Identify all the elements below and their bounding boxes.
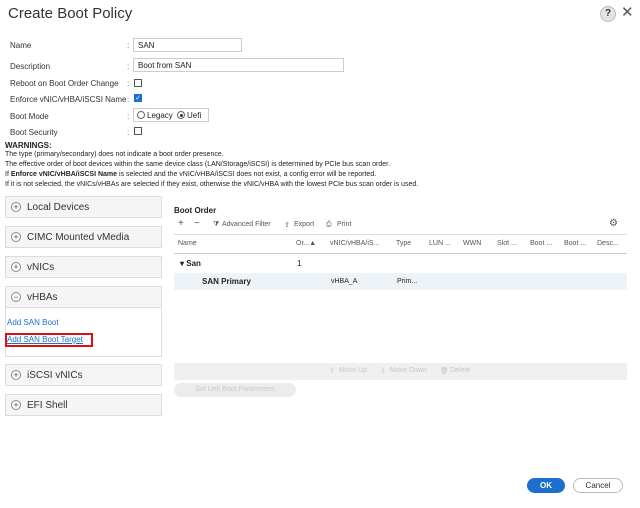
colon: :	[127, 112, 130, 121]
add-icon[interactable]: +	[178, 218, 184, 229]
col-lun[interactable]: LUN ...	[429, 240, 451, 247]
section-label: EFI Shell	[27, 400, 68, 411]
dialog-title: Create Boot Policy	[8, 5, 133, 22]
table-row[interactable]: ▾ San	[180, 259, 201, 268]
boot-order-title: Boot Order	[174, 206, 217, 215]
col-boot2[interactable]: Boot ...	[564, 240, 586, 247]
boot-order-actions: ⇧ Move Up ⇩ Move Down 🗑 Delete	[174, 363, 627, 380]
row-order: 1	[297, 259, 302, 268]
col-wwn[interactable]: WWN	[463, 240, 481, 247]
set-uefi-params-button[interactable]: Set Uefi Boot Parameters	[174, 383, 296, 397]
help-icon[interactable]: ?	[600, 6, 616, 22]
cancel-button[interactable]: Cancel	[573, 478, 623, 493]
col-desc[interactable]: Desc...	[597, 240, 619, 247]
warning-post: is selected and the vNIC/vHBA/iSCSI does…	[117, 171, 377, 178]
legacy-label: Legacy	[147, 111, 173, 120]
minus-icon: −	[11, 292, 21, 302]
section-local-devices[interactable]: + Local Devices	[5, 196, 162, 218]
print-button[interactable]: Print	[337, 221, 351, 228]
section-label: Local Devices	[27, 202, 90, 213]
advanced-filter-button[interactable]: Advanced Filter	[222, 221, 271, 228]
description-input[interactable]: Boot from SAN	[133, 58, 344, 72]
colon: :	[127, 95, 130, 104]
col-order-label: Or...	[296, 240, 310, 247]
section-iscsi-vnics[interactable]: + iSCSI vNICs	[5, 364, 162, 386]
colon: :	[127, 41, 130, 50]
gear-icon[interactable]: ⚙	[609, 218, 618, 229]
col-boot1[interactable]: Boot ...	[530, 240, 552, 247]
add-san-boot-link[interactable]: Add SAN Boot	[7, 318, 59, 327]
export-icon: ⇪	[284, 222, 290, 229]
warning-line: If Enforce vNIC/vHBA/iSCSI Name is selec…	[5, 171, 376, 178]
row-type: Prim...	[397, 278, 418, 285]
arrow-down-icon: ⇩	[380, 368, 386, 375]
export-button[interactable]: Export	[294, 221, 314, 228]
section-vhbas[interactable]: − vHBAs	[5, 286, 162, 308]
boot-security-label: Boot Security	[10, 128, 58, 137]
colon: :	[127, 79, 130, 88]
col-slot[interactable]: Slot ...	[497, 240, 517, 247]
col-name[interactable]: Name	[178, 240, 197, 247]
col-order[interactable]: Or...▲	[296, 240, 316, 247]
row-name[interactable]: SAN Primary	[202, 277, 251, 286]
name-input[interactable]: SAN	[133, 38, 242, 52]
colon: :	[127, 62, 130, 71]
print-icon: ⎙	[326, 221, 332, 228]
enforce-checkbox[interactable]: ✓	[134, 94, 142, 102]
highlight-box	[5, 333, 93, 347]
description-label: Description	[10, 62, 51, 71]
row-name: San	[186, 259, 201, 268]
reboot-label: Reboot on Boot Order Change	[10, 79, 119, 88]
col-type[interactable]: Type	[396, 240, 411, 247]
section-cimc-vmedia[interactable]: + CIMC Mounted vMedia	[5, 226, 162, 248]
section-label: iSCSI vNICs	[27, 370, 83, 381]
col-vnic[interactable]: vNIC/vHBA/iS...	[330, 240, 379, 247]
move-down-button[interactable]: Move Down	[390, 367, 427, 374]
boot-mode-group: Legacy Uefi	[133, 108, 209, 122]
delete-button[interactable]: Delete	[450, 367, 470, 374]
move-up-button[interactable]: Move Up	[339, 367, 367, 374]
warning-line: If it is not selected, the vNICs/vHBAs a…	[5, 181, 419, 188]
plus-icon: +	[11, 400, 21, 410]
row-vhba: vHBA_A	[331, 278, 358, 285]
name-label: Name	[10, 41, 32, 50]
uefi-radio[interactable]	[177, 111, 185, 119]
legacy-radio[interactable]	[137, 111, 145, 119]
close-icon[interactable]: ✕	[621, 3, 634, 21]
boot-security-checkbox[interactable]	[134, 127, 142, 135]
enforce-label: Enforce vNIC/vHBA/iSCSI Name	[10, 95, 127, 104]
reboot-checkbox[interactable]	[134, 79, 142, 87]
vhbas-body	[5, 307, 162, 357]
section-label: CIMC Mounted vMedia	[27, 232, 130, 243]
trash-icon: 🗑	[440, 368, 449, 375]
colon: :	[127, 128, 130, 137]
warning-line: The effective order of boot devices with…	[5, 161, 391, 168]
section-vnics[interactable]: + vNICs	[5, 256, 162, 278]
uefi-label: Uefi	[187, 111, 202, 120]
remove-icon[interactable]: −	[194, 218, 200, 229]
boot-order-toolbar: + − ⧩ Advanced Filter ⇪ Export ⎙ Print ⚙	[174, 218, 627, 235]
plus-icon: +	[11, 232, 21, 242]
plus-icon: +	[11, 202, 21, 212]
plus-icon: +	[11, 370, 21, 380]
section-efi-shell[interactable]: + EFI Shell	[5, 394, 162, 416]
warning-line: The type (primary/secondary) does not in…	[5, 151, 224, 158]
section-label: vHBAs	[27, 292, 58, 303]
arrow-up-icon: ⇧	[329, 368, 335, 375]
ok-button[interactable]: OK	[527, 478, 565, 493]
sort-up-icon: ▲	[309, 240, 317, 247]
boot-order-header: Name Or...▲ vNIC/vHBA/iS... Type LUN ...…	[174, 235, 627, 254]
boot-mode-label: Boot Mode	[10, 112, 49, 121]
section-label: vNICs	[27, 262, 55, 273]
warnings-heading: WARNINGS:	[5, 141, 52, 150]
plus-icon: +	[11, 262, 21, 272]
filter-icon: ⧩	[213, 221, 220, 228]
warning-bold: Enforce vNIC/vHBA/iSCSI Name	[10, 171, 118, 178]
